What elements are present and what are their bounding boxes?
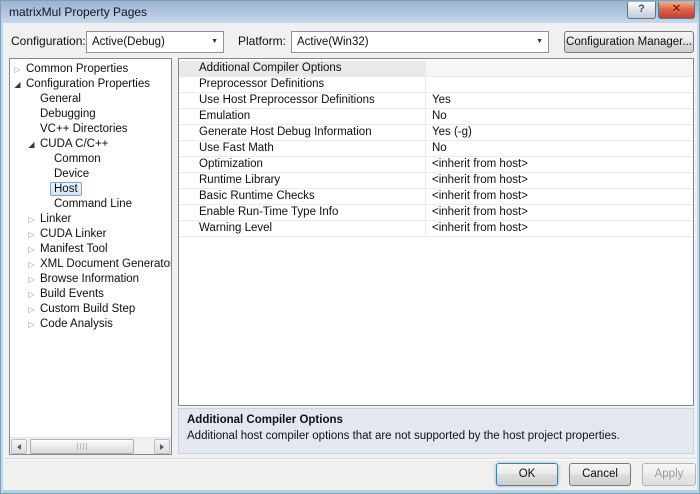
- property-name[interactable]: Emulation: [179, 109, 426, 124]
- property-row[interactable]: Basic Runtime Checks<inherit from host>: [179, 189, 693, 205]
- property-name[interactable]: Enable Run-Time Type Info: [179, 205, 426, 220]
- expander-collapsed-icon[interactable]: [26, 242, 37, 257]
- platform-label: Platform:: [238, 34, 286, 48]
- property-row[interactable]: Optimization<inherit from host>: [179, 157, 693, 173]
- tree-item-cuda-linker[interactable]: CUDA Linker: [10, 227, 171, 242]
- titlebar[interactable]: matrixMul Property Pages ? ✕: [1, 1, 699, 23]
- property-name[interactable]: Use Fast Math: [179, 141, 426, 156]
- window-title: matrixMul Property Pages: [9, 1, 147, 23]
- cancel-button[interactable]: Cancel: [569, 463, 631, 486]
- property-tree: Common Properties Configuration Properti…: [9, 58, 172, 455]
- property-name[interactable]: Additional Compiler Options: [179, 61, 426, 76]
- property-value[interactable]: Yes (-g): [426, 125, 693, 140]
- property-value[interactable]: <inherit from host>: [426, 205, 693, 220]
- expander-collapsed-icon[interactable]: [26, 272, 37, 287]
- property-name[interactable]: Optimization: [179, 157, 426, 172]
- property-row[interactable]: Use Host Preprocessor DefinitionsYes: [179, 93, 693, 109]
- property-grid: Additional Compiler Options Preprocessor…: [178, 58, 694, 406]
- tree-item-general[interactable]: General: [10, 92, 171, 107]
- tree-item-build-events[interactable]: Build Events: [10, 287, 171, 302]
- chevron-down-icon: ▼: [536, 33, 543, 51]
- configuration-dropdown-value: Active(Debug): [92, 36, 165, 48]
- tree-item-custom-build-step[interactable]: Custom Build Step: [10, 302, 171, 317]
- property-description-panel: Additional Compiler Options Additional h…: [178, 408, 694, 454]
- property-name[interactable]: Generate Host Debug Information: [179, 125, 426, 140]
- triangle-right-icon: [160, 444, 164, 450]
- scrollbar-grip-icon: [77, 443, 87, 450]
- property-value[interactable]: <inherit from host>: [426, 173, 693, 188]
- property-name[interactable]: Basic Runtime Checks: [179, 189, 426, 204]
- tree-item-command-line[interactable]: Command Line: [10, 197, 171, 212]
- expander-collapsed-icon[interactable]: [12, 62, 23, 77]
- property-row[interactable]: Additional Compiler Options: [179, 61, 693, 77]
- property-row[interactable]: Use Fast MathNo: [179, 141, 693, 157]
- chevron-down-icon: ▼: [211, 33, 218, 51]
- property-row[interactable]: Warning Level<inherit from host>: [179, 221, 693, 237]
- property-value[interactable]: [426, 61, 693, 76]
- selected-tree-item-highlight[interactable]: Host: [50, 182, 82, 196]
- scrollbar-thumb[interactable]: [30, 439, 134, 454]
- tree-item-browse-information[interactable]: Browse Information: [10, 272, 171, 287]
- property-value[interactable]: [426, 77, 693, 92]
- property-value[interactable]: No: [426, 109, 693, 124]
- property-value[interactable]: <inherit from host>: [426, 221, 693, 236]
- platform-dropdown-value: Active(Win32): [297, 36, 369, 48]
- property-value[interactable]: <inherit from host>: [426, 189, 693, 204]
- triangle-left-icon: [17, 444, 21, 450]
- tree-item-common[interactable]: Common: [10, 152, 171, 167]
- expander-collapsed-icon[interactable]: [26, 257, 37, 272]
- tree-item-debugging[interactable]: Debugging: [10, 107, 171, 122]
- tree-item-device[interactable]: Device: [10, 167, 171, 182]
- tree-item-host[interactable]: Host: [10, 182, 171, 197]
- property-name[interactable]: Preprocessor Definitions: [179, 77, 426, 92]
- footer-separator: [4, 458, 696, 459]
- ok-button[interactable]: OK: [496, 463, 558, 486]
- property-name[interactable]: Runtime Library: [179, 173, 426, 188]
- tree-item-configuration-properties[interactable]: Configuration Properties: [10, 77, 171, 92]
- scroll-right-button[interactable]: [154, 439, 170, 454]
- tree-item-xml-document-generator[interactable]: XML Document Generator: [10, 257, 171, 272]
- tree-item-vcpp-directories[interactable]: VC++ Directories: [10, 122, 171, 137]
- property-name[interactable]: Use Host Preprocessor Definitions: [179, 93, 426, 108]
- expander-expanded-icon[interactable]: [12, 77, 23, 92]
- expander-collapsed-icon[interactable]: [26, 227, 37, 242]
- expander-expanded-icon[interactable]: [26, 137, 37, 152]
- property-row[interactable]: Runtime Library<inherit from host>: [179, 173, 693, 189]
- property-row[interactable]: Preprocessor Definitions: [179, 77, 693, 93]
- tree-item-manifest-tool[interactable]: Manifest Tool: [10, 242, 171, 257]
- tree-item-common-properties[interactable]: Common Properties: [10, 62, 171, 77]
- expander-collapsed-icon[interactable]: [26, 287, 37, 302]
- tree-horizontal-scrollbar[interactable]: [10, 437, 171, 454]
- help-icon[interactable]: ?: [627, 2, 656, 19]
- property-row[interactable]: Generate Host Debug InformationYes (-g): [179, 125, 693, 141]
- property-value[interactable]: <inherit from host>: [426, 157, 693, 172]
- apply-button[interactable]: Apply: [642, 463, 696, 486]
- platform-dropdown[interactable]: Active(Win32) ▼: [291, 31, 549, 53]
- scroll-left-button[interactable]: [11, 439, 27, 454]
- configuration-label: Configuration:: [11, 34, 86, 48]
- configuration-dropdown[interactable]: Active(Debug) ▼: [86, 31, 224, 53]
- description-title: Additional Compiler Options: [187, 414, 685, 426]
- close-icon[interactable]: ✕: [658, 2, 695, 19]
- property-row[interactable]: Enable Run-Time Type Info<inherit from h…: [179, 205, 693, 221]
- tree-item-linker[interactable]: Linker: [10, 212, 171, 227]
- expander-collapsed-icon[interactable]: [26, 212, 37, 227]
- property-value[interactable]: No: [426, 141, 693, 156]
- tree-item-code-analysis[interactable]: Code Analysis: [10, 317, 171, 332]
- property-name[interactable]: Warning Level: [179, 221, 426, 236]
- property-row[interactable]: EmulationNo: [179, 109, 693, 125]
- property-pages-dialog: matrixMul Property Pages ? ✕ Configurati…: [0, 0, 700, 494]
- tree-item-cuda-c-cpp[interactable]: CUDA C/C++: [10, 137, 171, 152]
- description-text: Additional host compiler options that ar…: [187, 430, 685, 442]
- expander-collapsed-icon[interactable]: [26, 302, 37, 317]
- configuration-manager-button[interactable]: Configuration Manager...: [564, 31, 694, 53]
- expander-collapsed-icon[interactable]: [26, 317, 37, 332]
- property-value[interactable]: Yes: [426, 93, 693, 108]
